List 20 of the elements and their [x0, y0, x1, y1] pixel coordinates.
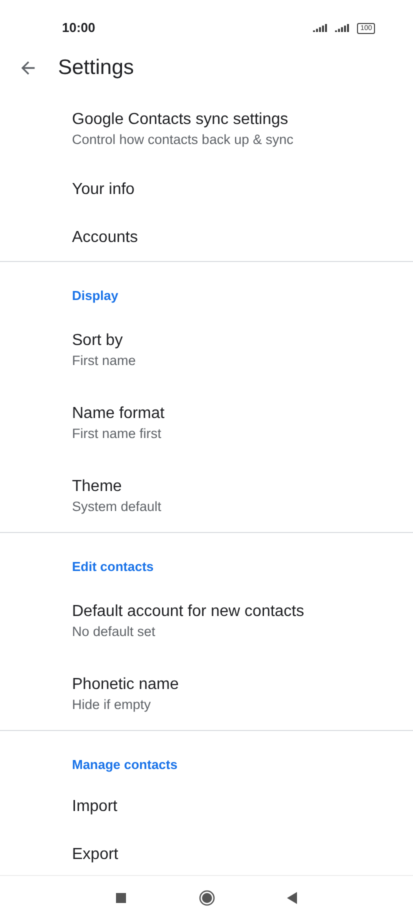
settings-item[interactable]: Sort by First name	[0, 313, 413, 386]
settings-item[interactable]: Phonetic name Hide if empty	[0, 657, 413, 730]
back-triangle-icon[interactable]	[287, 892, 297, 904]
section-header: Edit contacts	[72, 559, 154, 574]
status-time: 10:00	[62, 19, 96, 37]
section-header: Manage contacts	[72, 757, 178, 772]
settings-item[interactable]: Accounts	[0, 213, 413, 261]
settings-item[interactable]: Theme System default	[0, 459, 413, 532]
signal-icon	[335, 24, 352, 32]
settings-item[interactable]: Default account for new contacts No default set	[0, 584, 413, 657]
screen-title: Settings	[58, 55, 134, 81]
settings-item[interactable]: Name format First name first	[0, 386, 413, 459]
home-circle-icon[interactable]	[198, 890, 214, 906]
section-header: Display	[72, 288, 118, 303]
settings-item[interactable]: Export	[0, 830, 413, 878]
signal-icon	[313, 24, 330, 32]
settings-item[interactable]: Google Contacts sync settings Control how contacts back up & sync	[0, 92, 413, 165]
recents-square-icon[interactable]	[116, 892, 126, 902]
settings-item[interactable]: Your info	[0, 165, 413, 213]
settings-item[interactable]: Import	[0, 782, 413, 830]
